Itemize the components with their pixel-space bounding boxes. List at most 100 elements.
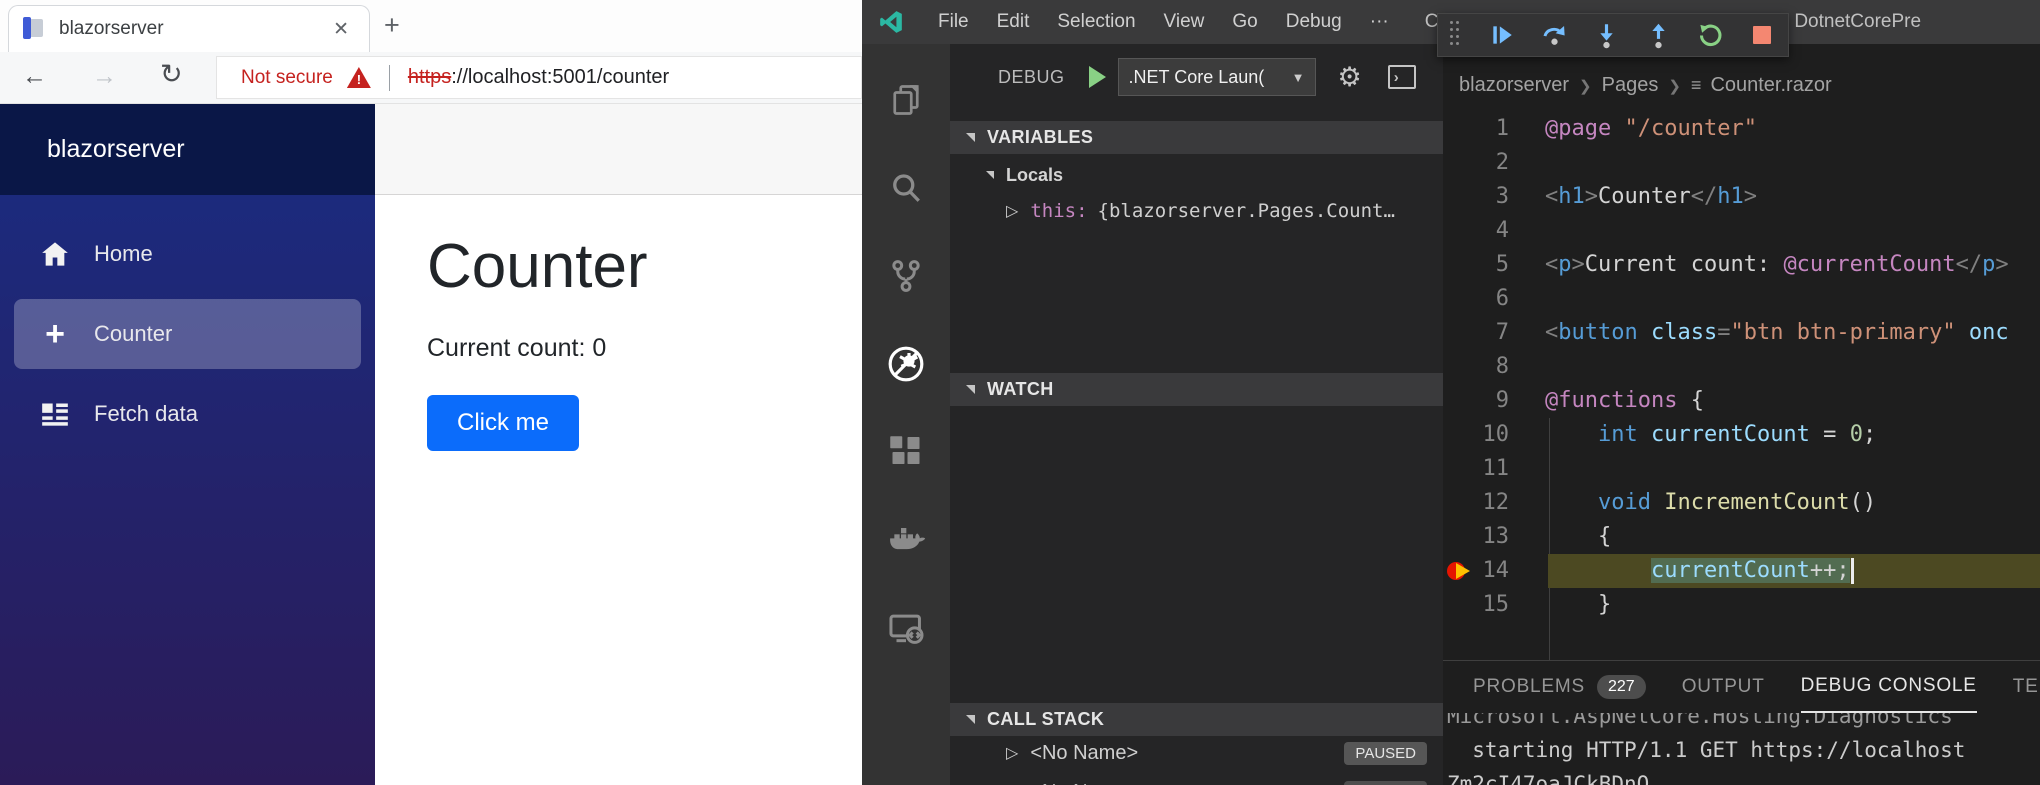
- this-variable-row[interactable]: ▷ this: {blazorserver.Pages.Count…: [950, 196, 1443, 226]
- click-me-button[interactable]: Click me: [427, 395, 580, 451]
- menu-debug[interactable]: Debug: [1272, 11, 1356, 33]
- browser-tab-strip: blazorserver ✕ +: [0, 0, 862, 52]
- menu-go[interactable]: Go: [1218, 11, 1271, 33]
- not-secure-label[interactable]: Not secure: [241, 67, 333, 89]
- line-number: 14: [1482, 558, 1510, 583]
- breadcrumb-item[interactable]: Pages: [1602, 74, 1659, 97]
- menu-selection[interactable]: Selection: [1043, 11, 1149, 33]
- url-rest: ://localhost:5001/counter: [451, 66, 670, 88]
- code-line[interactable]: 5 <p>Current count: @currentCount</p>: [1443, 248, 2040, 282]
- back-button[interactable]: ←: [22, 62, 47, 91]
- call-stack-section-header[interactable]: CALL STACK: [950, 703, 1443, 736]
- debug-console-output[interactable]: Microsoft.AspNetCore.Hosting.Diagnostics…: [1447, 713, 2040, 785]
- gear-icon[interactable]: ⚙: [1338, 62, 1362, 93]
- collapse-triangle-icon: [966, 715, 975, 724]
- code-token: 0: [1849, 422, 1863, 447]
- breadcrumb-item[interactable]: blazorserver: [1459, 74, 1569, 97]
- gutter-glyph-margin: [1443, 588, 1473, 622]
- code-line[interactable]: 4: [1443, 214, 2040, 248]
- drag-grip-icon[interactable]: [1450, 21, 1462, 49]
- code-line[interactable]: 6: [1443, 282, 2040, 316]
- locals-row[interactable]: Locals: [950, 160, 1443, 190]
- collapse-triangle-icon: [986, 171, 994, 179]
- sidebar-item-fetch-data[interactable]: Fetch data: [0, 385, 375, 443]
- search-icon[interactable]: [886, 168, 926, 208]
- code-line[interactable]: 11: [1443, 452, 2040, 486]
- stop-icon[interactable]: [1748, 21, 1776, 49]
- line-number: 11: [1482, 456, 1510, 481]
- restart-icon[interactable]: [1696, 21, 1724, 49]
- menu-edit[interactable]: Edit: [983, 11, 1044, 33]
- code-line[interactable]: 9 @functions {: [1443, 384, 2040, 418]
- menu-file[interactable]: File: [924, 11, 983, 33]
- app-brand[interactable]: blazorserver: [0, 104, 375, 195]
- code-line[interactable]: 10 int currentCount = 0;: [1443, 418, 2040, 452]
- menu-view[interactable]: View: [1150, 11, 1219, 33]
- browser-tab[interactable]: blazorserver ✕: [8, 5, 370, 52]
- frame-name: <No Name>: [1030, 741, 1139, 764]
- start-debug-icon[interactable]: [1088, 66, 1106, 88]
- step-into-icon[interactable]: [1592, 21, 1620, 49]
- step-out-icon[interactable]: [1644, 21, 1672, 49]
- code-token: IncrementCount: [1664, 490, 1850, 515]
- code-token: p: [1982, 252, 1996, 277]
- code-editor[interactable]: blazorserver ❯ Pages ❯ ≡ Counter.razor 1 @page…: [1443, 44, 2040, 660]
- call-stack-frame[interactable]: ▷<No Name>PAUSED: [950, 738, 1443, 768]
- extensions-icon[interactable]: [886, 432, 926, 472]
- more-menu-button[interactable]: ···: [1356, 11, 1403, 33]
- frame-name: <No Name>: [1030, 781, 1138, 785]
- url-text[interactable]: https://localhost:5001/counter: [408, 66, 669, 89]
- breakpoint-current-icon[interactable]: [1443, 554, 1473, 588]
- code-line[interactable]: 12 void IncrementCount(): [1443, 486, 2040, 520]
- current-count-text: Current count: 0: [427, 334, 607, 362]
- code-line[interactable]: 1 @page "/counter": [1443, 112, 2040, 146]
- tab-close-icon[interactable]: ✕: [327, 16, 355, 43]
- debug-icon[interactable]: [886, 344, 926, 384]
- step-over-icon[interactable]: [1540, 21, 1568, 49]
- code-line[interactable]: 3 <h1>Counter</h1>: [1443, 180, 2040, 214]
- sidebar-item-home[interactable]: Home: [0, 225, 375, 283]
- sidebar-item-label: Counter: [94, 321, 173, 346]
- sidebar-item-label: Home: [94, 241, 153, 266]
- app-content: Counter Current count: 0 Click me: [375, 104, 862, 785]
- address-bar[interactable]: Not secure ! https://localhost:5001/coun…: [216, 56, 862, 99]
- gutter-glyph-margin: [1443, 316, 1473, 350]
- code-line[interactable]: 13 {: [1443, 520, 2040, 554]
- code-line[interactable]: 14 currentCount++;: [1443, 554, 2040, 588]
- panel-tab-label: OUTPUT: [1681, 676, 1765, 697]
- bottom-panel: PROBLEMS 227 OUTPUT DEBUG CONSOLE TERMINAL M…: [1443, 660, 2040, 785]
- source-control-icon[interactable]: [886, 256, 926, 296]
- breadcrumb[interactable]: blazorserver ❯ Pages ❯ ≡ Counter.razor: [1459, 74, 1832, 97]
- breadcrumb-item[interactable]: Counter.razor: [1710, 74, 1831, 97]
- panel-tab-debug-console[interactable]: DEBUG CONSOLE: [1800, 661, 1977, 713]
- gutter-glyph-margin: [1443, 180, 1473, 214]
- address-divider: [388, 64, 390, 91]
- panel-tab-output[interactable]: OUTPUT: [1682, 661, 1765, 713]
- watch-section-header[interactable]: WATCH: [950, 373, 1443, 406]
- docker-icon[interactable]: [886, 520, 926, 560]
- page-title: Counter: [427, 232, 648, 301]
- code-line[interactable]: 7 <button class="btn btn-primary" onc: [1443, 316, 2040, 350]
- code-line[interactable]: 15 }: [1443, 588, 2040, 622]
- sidebar-item-counter[interactable]: + Counter: [14, 299, 361, 369]
- refresh-button[interactable]: ↻: [160, 59, 183, 90]
- code-line[interactable]: 8: [1443, 350, 2040, 384]
- remote-explorer-icon[interactable]: [886, 608, 926, 648]
- new-tab-button[interactable]: +: [384, 10, 400, 41]
- panel-tab-problems[interactable]: PROBLEMS 227: [1473, 661, 1646, 713]
- gutter-glyph-margin: [1443, 248, 1473, 282]
- continue-icon[interactable]: [1488, 21, 1516, 49]
- call-stack-frame[interactable]: ▷<No Name>PAUSED: [950, 777, 1443, 785]
- forward-button[interactable]: →: [92, 62, 117, 91]
- breakpoint-current-icon: [1447, 561, 1470, 581]
- code-text: @page "/counter": [1509, 112, 2040, 146]
- launch-config-dropdown[interactable]: .NET Core Laun( ▼: [1117, 58, 1316, 96]
- code-line[interactable]: 2: [1443, 146, 2040, 180]
- files-icon[interactable]: [886, 80, 926, 120]
- variables-section-header[interactable]: VARIABLES: [950, 121, 1443, 154]
- launch-config-value: .NET Core Laun(: [1128, 66, 1265, 87]
- panel-tab-terminal[interactable]: TERMINAL: [2013, 661, 2040, 713]
- debug-console-icon[interactable]: ›: [1387, 65, 1416, 89]
